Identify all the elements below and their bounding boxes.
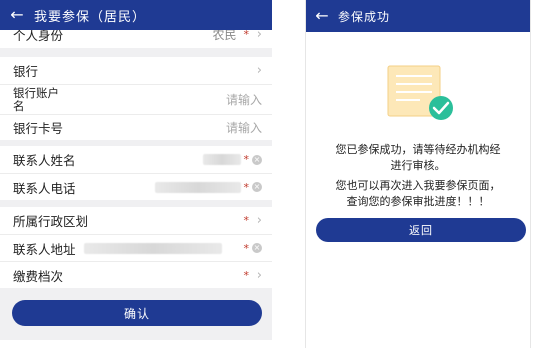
contact-name-input[interactable] xyxy=(202,154,241,165)
back-arrow-icon[interactable]: ← xyxy=(0,0,34,30)
contact-phone-row: 联系人电话 * × xyxy=(0,173,272,200)
confirm-button[interactable]: 确认 xyxy=(12,300,262,326)
required-star: * xyxy=(243,180,250,194)
clear-icon[interactable]: × xyxy=(252,243,262,253)
top-app-bar: ← 我要参保（居民） xyxy=(0,0,272,30)
success-message-line-4: 查询您的参保审批进度！！！ xyxy=(346,195,490,208)
success-message-line-2: 进行审核。 xyxy=(390,159,446,172)
chevron-right-icon: › xyxy=(256,30,262,42)
account-name-row: 银行账户 名 请输入 xyxy=(0,84,272,114)
success-message-line-3: 您也可以再次进入我要参保页面， xyxy=(335,179,501,192)
return-button[interactable]: 返回 xyxy=(316,218,526,242)
contact-phone-label: 联系人电话 xyxy=(13,180,76,196)
chevron-right-icon: › xyxy=(256,213,262,228)
account-name-input[interactable]: 请输入 xyxy=(226,91,262,108)
back-arrow-icon[interactable]: ← xyxy=(306,0,338,32)
card-number-label: 银行卡号 xyxy=(13,121,64,136)
page-title: 我要参保（居民） xyxy=(34,9,147,25)
district-label: 所属行政区划 xyxy=(13,214,89,229)
identity-row[interactable]: 个人身份 农民 * › xyxy=(0,30,272,48)
card-number-input[interactable]: 请输入 xyxy=(226,119,262,136)
bank-section: 银行 › 银行账户 名 请输入 银行卡号 请输入 xyxy=(0,57,272,140)
success-message-line-1: 您已参保成功，请等待经办机构经 xyxy=(335,143,501,156)
page-title: 参保成功 xyxy=(338,9,391,24)
enroll-screen: ← 我要参保（居民） 个人身份 农民 * › 银行 › 银行账户 名 请输入 银… xyxy=(0,0,272,348)
success-illustration xyxy=(386,64,456,124)
bank-label: 银行 xyxy=(13,64,39,79)
chevron-right-icon: › xyxy=(256,63,262,78)
account-name-label: 银行账户 名 xyxy=(13,85,59,113)
required-star: * xyxy=(243,268,250,282)
required-star: * xyxy=(243,241,250,255)
contact-name-label: 联系人姓名 xyxy=(13,153,76,168)
required-star: * xyxy=(243,214,250,227)
clear-icon[interactable]: × xyxy=(252,182,262,192)
contact-name-row: 联系人姓名 * × xyxy=(0,146,272,173)
required-star: * xyxy=(243,30,250,41)
required-star: * xyxy=(243,153,250,166)
contact-section: 联系人姓名 * × 联系人电话 * × xyxy=(0,146,272,200)
card-number-row: 银行卡号 请输入 xyxy=(0,114,272,140)
address-section: 所属行政区划 * › 联系人地址 * × 缴费档次 * › xyxy=(0,207,272,288)
contact-address-row: 联系人地址 * × xyxy=(0,234,272,261)
document-check-icon xyxy=(387,65,453,120)
contact-address-input[interactable] xyxy=(83,242,222,254)
clear-icon[interactable]: × xyxy=(252,154,262,165)
bottom-strip xyxy=(0,340,272,348)
top-app-bar: ← 参保成功 xyxy=(306,0,530,32)
payment-grade-row[interactable]: 缴费档次 * › xyxy=(0,261,272,288)
contact-phone-input[interactable] xyxy=(154,181,241,193)
contact-address-label: 联系人地址 xyxy=(13,241,76,257)
bank-row[interactable]: 银行 › xyxy=(0,57,272,84)
chevron-right-icon: › xyxy=(256,267,262,283)
identity-label: 个人身份 xyxy=(13,30,64,43)
payment-grade-label: 缴费档次 xyxy=(13,268,64,284)
identity-value: 农民 xyxy=(212,30,237,42)
district-row[interactable]: 所属行政区划 * › xyxy=(0,207,272,234)
enroll-success-screen: ← 参保成功 您已参保成功，请等待经办机构经 进行审核。 您也可以再次进入我要参… xyxy=(305,0,531,348)
identity-section: 个人身份 农民 * › xyxy=(0,30,272,48)
